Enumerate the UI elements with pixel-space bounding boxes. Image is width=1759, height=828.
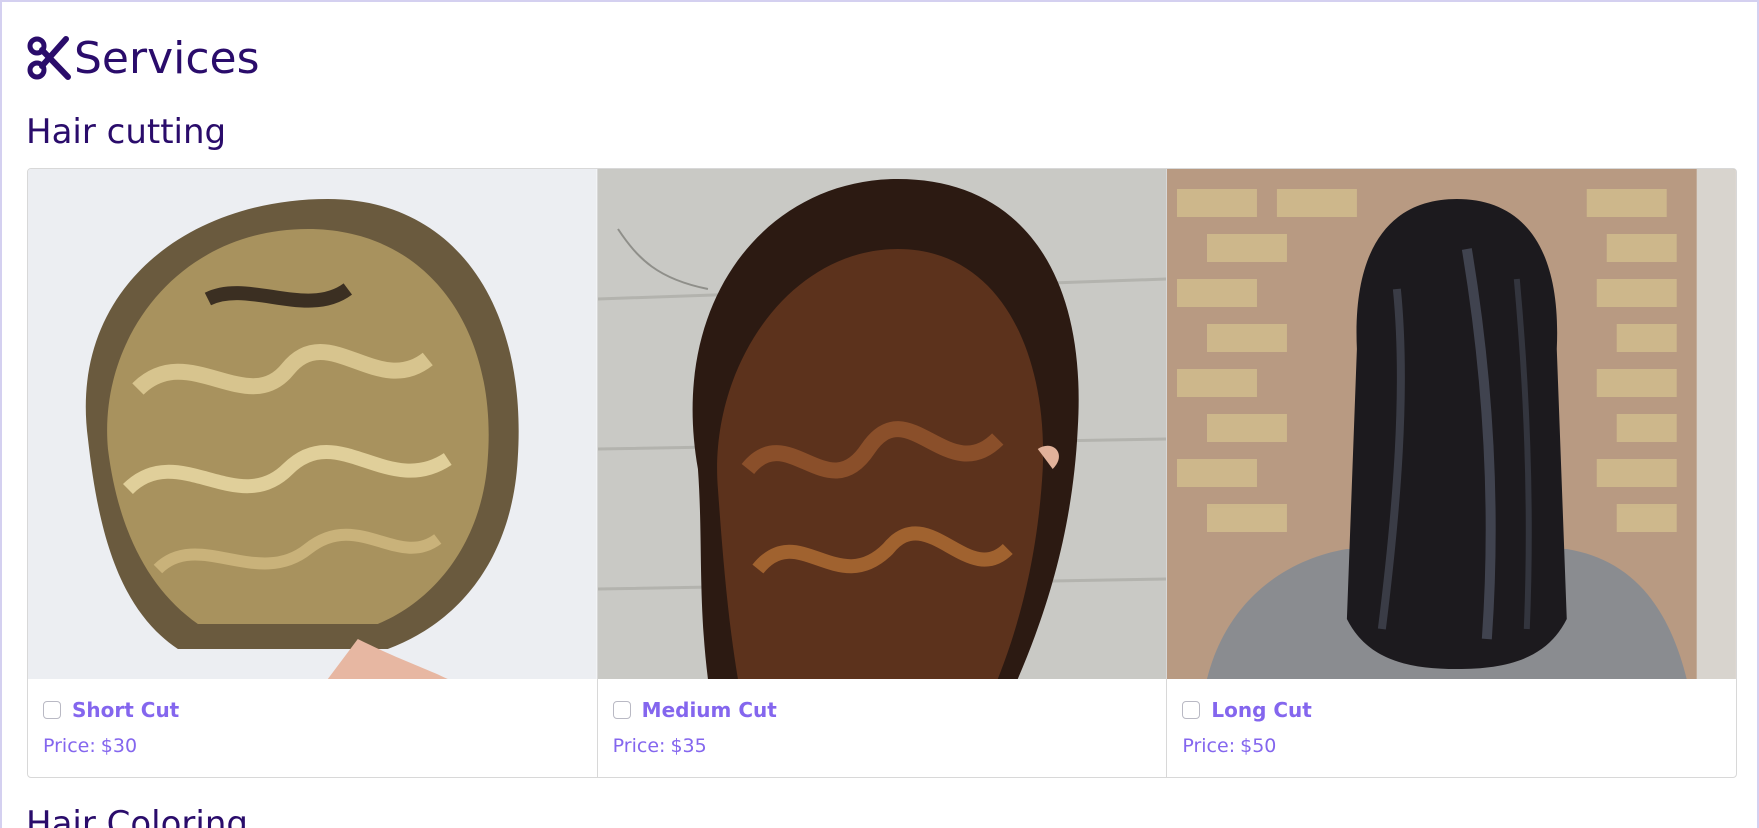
service-name[interactable]: Medium Cut bbox=[642, 698, 777, 722]
price-label: Price: bbox=[1182, 735, 1236, 757]
service-name[interactable]: Long Cut bbox=[1211, 698, 1311, 722]
service-option-row: Short Cut bbox=[43, 697, 582, 723]
price-value: $50 bbox=[1240, 735, 1277, 757]
price-label: Price: bbox=[612, 735, 666, 757]
section-title-hair-cutting: Hair cutting bbox=[26, 112, 227, 152]
page-title: Services bbox=[26, 30, 260, 86]
service-price: Price: $50 bbox=[1182, 735, 1721, 757]
hair-cutting-card-group: Short Cut Price: $30 Medium Cut Price: $… bbox=[27, 168, 1737, 778]
page-title-text: Services bbox=[74, 32, 260, 84]
medium-wavy-hair-photo bbox=[597, 169, 1167, 679]
short-bob-hair-photo bbox=[28, 169, 597, 679]
service-name[interactable]: Short Cut bbox=[72, 698, 179, 722]
service-option-row: Long Cut bbox=[1182, 697, 1721, 723]
service-option-row: Medium Cut bbox=[612, 697, 1152, 723]
price-value: $30 bbox=[100, 735, 138, 757]
long-cut-checkbox[interactable] bbox=[1182, 701, 1201, 719]
service-price: Price: $30 bbox=[43, 735, 582, 757]
section-title-hair-coloring: Hair Coloring bbox=[26, 804, 248, 828]
long-straight-hair-photo bbox=[1167, 169, 1736, 679]
card-body: Long Cut Price: $50 bbox=[1167, 679, 1736, 757]
app-frame: Services Hair cutting Short Cut Price: $… bbox=[0, 0, 1759, 828]
service-card-long-cut: Long Cut Price: $50 bbox=[1167, 169, 1736, 777]
scissors-icon bbox=[27, 36, 71, 80]
service-card-short-cut: Short Cut Price: $30 bbox=[28, 169, 598, 777]
card-body: Medium Cut Price: $35 bbox=[598, 679, 1167, 757]
medium-cut-checkbox[interactable] bbox=[612, 701, 631, 719]
price-label: Price: bbox=[43, 735, 96, 757]
card-body: Short Cut Price: $30 bbox=[28, 679, 597, 757]
service-price: Price: $35 bbox=[613, 735, 1152, 757]
service-card-medium-cut: Medium Cut Price: $35 bbox=[597, 169, 1168, 777]
price-value: $35 bbox=[670, 735, 707, 757]
short-cut-checkbox[interactable] bbox=[43, 701, 61, 719]
